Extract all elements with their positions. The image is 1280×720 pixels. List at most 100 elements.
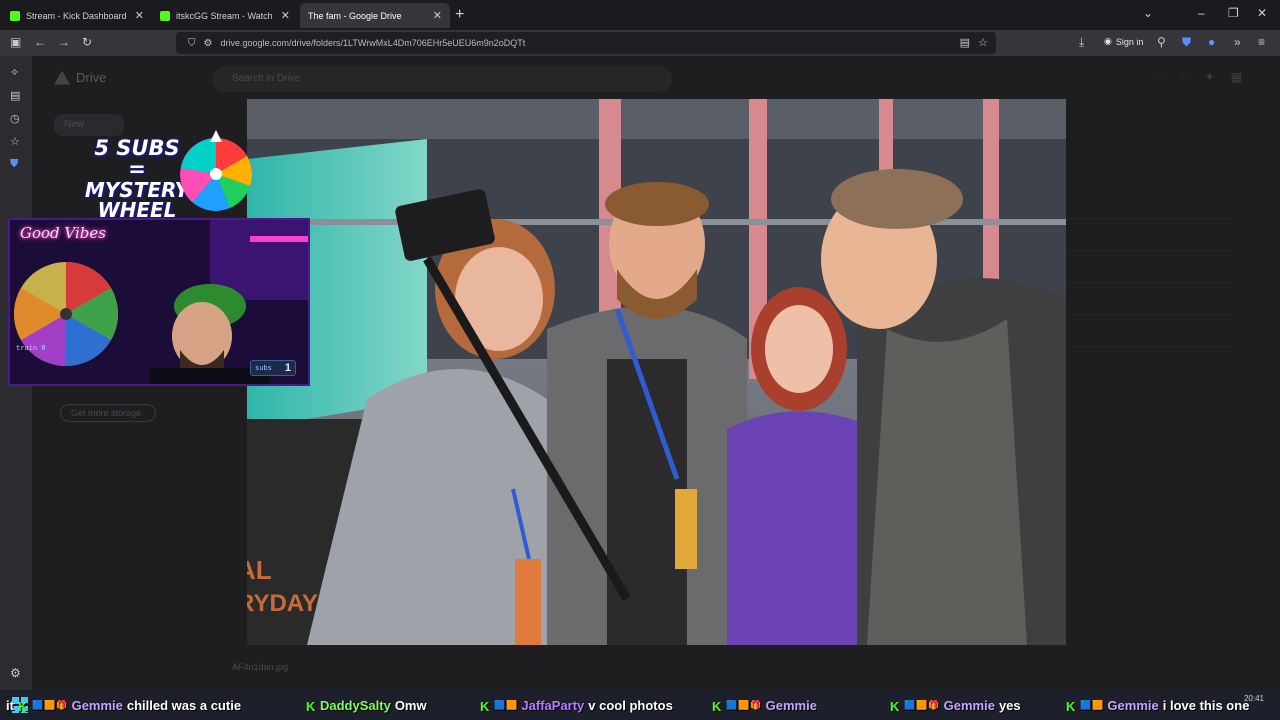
taskbar: it K 🟦🟧🎁 Gemmie chilled was a cutie K Da… bbox=[0, 690, 1280, 720]
file-name[interactable]: AF4n1dan.jpg bbox=[232, 662, 288, 672]
synced-tabs-icon[interactable]: ▤ bbox=[10, 89, 20, 102]
drive-app-name: Drive bbox=[76, 70, 107, 85]
chat-message: K 🟦🟧🎁 Gemmie bbox=[712, 695, 821, 715]
kick-icon bbox=[160, 10, 170, 21]
tab-title: Stream - Kick Dashboard bbox=[26, 10, 127, 21]
chat-message-text: yes bbox=[998, 697, 1021, 713]
back-icon[interactable]: ← bbox=[34, 35, 46, 49]
promo-line-1: 5 SUBS = bbox=[94, 136, 180, 181]
browser-tab-strip: Stream - Kick Dashboard ✕ itskcGG Stream… bbox=[0, 0, 1280, 30]
mystery-wheel-promo: 5 SUBS = MYSTERY WHEEL bbox=[78, 128, 254, 220]
account-icon: ◉ bbox=[1104, 36, 1112, 46]
webcam-overlay: Good Vibes train 0 subs 1 bbox=[8, 218, 310, 386]
chat-message-prefix: it bbox=[6, 697, 14, 713]
kick-icon: K bbox=[1066, 699, 1076, 714]
menu-icon[interactable]: ≡ bbox=[1258, 35, 1265, 49]
tote-bag-print: AL bbox=[247, 555, 272, 585]
browser-toolbar: ▣ ← → ↻ ⛉ ⚙ drive.google.com/drive/folde… bbox=[0, 30, 1280, 56]
sidebar-toggle-icon[interactable]: ▣ bbox=[10, 35, 21, 49]
kick-icon: K bbox=[712, 699, 722, 714]
chat-badges-icon: 🟦🟧 bbox=[1080, 699, 1105, 710]
chat-message-text: i love this one bbox=[1162, 697, 1250, 713]
settings-icon[interactable]: ⚙ bbox=[10, 666, 21, 680]
new-tab-button[interactable]: + bbox=[455, 6, 464, 24]
chat-username: JaffaParty bbox=[521, 697, 585, 713]
chat-username: Gemmie bbox=[1107, 697, 1159, 713]
bitwarden-icon[interactable]: ⛊ bbox=[1182, 35, 1191, 50]
close-icon[interactable]: ✕ bbox=[433, 9, 442, 22]
tab-kick-dashboard[interactable]: Stream - Kick Dashboard ✕ bbox=[2, 3, 152, 28]
extension-badge-icon[interactable]: ● bbox=[1208, 35, 1215, 49]
history-icon[interactable]: ◷ bbox=[10, 112, 20, 125]
tab-google-drive[interactable]: The fam - Google Drive ✕ bbox=[300, 3, 450, 28]
bitwarden-icon[interactable]: ⛊ bbox=[10, 158, 18, 171]
more-tools-icon[interactable]: » bbox=[1234, 35, 1241, 49]
chat-badges-icon: 🟦🟧🎁 bbox=[31, 699, 69, 710]
chat-message: K 🟦🟧🎁 Gemmie yes bbox=[890, 695, 1021, 715]
tab-title: itskcGG Stream - Watch Live on Kick bbox=[176, 10, 275, 21]
ai-chat-icon[interactable]: ✧ bbox=[10, 66, 19, 79]
trains-value: 0 bbox=[41, 344, 46, 352]
maximize-icon[interactable]: ❐ bbox=[1228, 6, 1239, 20]
close-icon[interactable]: ✕ bbox=[135, 9, 144, 22]
close-icon[interactable]: ✕ bbox=[281, 9, 290, 22]
subs-counter: subs 1 bbox=[250, 360, 296, 376]
chat-badges-icon: 🟦🟧🎁 bbox=[726, 699, 763, 710]
chat-username: Gemmie bbox=[765, 697, 817, 713]
download-icon[interactable]: ⤓ bbox=[1079, 35, 1084, 50]
forward-icon[interactable]: → bbox=[58, 35, 70, 49]
drive-search-input[interactable]: Search in Drive bbox=[212, 66, 672, 92]
kick-icon: K bbox=[890, 699, 900, 714]
trains-counter: train 0 bbox=[16, 344, 46, 352]
chat-message-text: Omw bbox=[394, 697, 427, 713]
drive-logo-icon bbox=[54, 70, 70, 85]
promo-text: 5 SUBS = MYSTERY WHEEL bbox=[82, 136, 192, 222]
chat-message: K DaddySalty Omw bbox=[306, 695, 427, 715]
url-text[interactable]: drive.google.com/drive/folders/1LTWrwMxL… bbox=[220, 38, 525, 48]
chat-message: it K 🟦🟧🎁 Gemmie chilled was a cutie bbox=[6, 695, 241, 715]
sign-in-label: Sign in bbox=[1115, 36, 1144, 47]
shield-icon[interactable]: ⛉ bbox=[188, 38, 196, 49]
address-bar[interactable]: ⛉ ⚙ drive.google.com/drive/folders/1LTWr… bbox=[176, 32, 996, 54]
promo-line-2: MYSTERY bbox=[84, 178, 190, 202]
kick-icon: K bbox=[17, 699, 28, 714]
bookmark-star-icon[interactable]: ☆ bbox=[978, 36, 988, 49]
extensions-icon[interactable]: ⚲ bbox=[1157, 35, 1166, 49]
subs-count: 1 bbox=[284, 362, 291, 374]
tote-bag-print: RYDAY bbox=[247, 590, 318, 617]
photo-preview[interactable]: AL RYDAY bbox=[247, 99, 1066, 645]
tab-title: The fam - Google Drive bbox=[308, 10, 402, 21]
chat-username: DaddySalty bbox=[320, 697, 391, 713]
chat-badges-icon: 🟦🟧🎁 bbox=[904, 699, 941, 710]
drive-logo[interactable]: Drive bbox=[54, 70, 106, 85]
taskbar-clock[interactable]: 20:41 bbox=[1244, 694, 1264, 703]
photo-image: AL RYDAY bbox=[247, 99, 1066, 645]
window-close-icon[interactable]: ✕ bbox=[1257, 6, 1267, 20]
screen: Stream - Kick Dashboard ✕ itskcGG Stream… bbox=[0, 0, 1280, 720]
tab-kick-stream[interactable]: itskcGG Stream - Watch Live on Kick ✕ bbox=[152, 3, 298, 28]
sign-in-button[interactable]: ◉ Sign in bbox=[1104, 36, 1143, 47]
chat-username: Gemmie bbox=[943, 697, 995, 713]
reload-icon[interactable]: ↻ bbox=[82, 35, 92, 49]
trains-label: train bbox=[16, 344, 38, 352]
subs-label: subs bbox=[255, 364, 272, 372]
bookmarks-icon[interactable]: ☆ bbox=[10, 135, 20, 148]
chat-message: K 🟦🟧 Gemmie i love this one bbox=[1066, 695, 1249, 715]
kick-icon: K bbox=[480, 699, 490, 714]
chat-username: Gemmie bbox=[71, 697, 123, 713]
drive-header-icons: ◌◌✦▦ bbox=[1158, 70, 1258, 84]
prize-wheel-icon bbox=[180, 130, 252, 211]
kick-icon bbox=[10, 10, 20, 21]
chat-message: K 🟦🟧 JaffaParty v cool photos bbox=[480, 695, 673, 715]
good-vibes-sign: Good Vibes bbox=[20, 224, 106, 242]
chat-badges-icon: 🟦🟧 bbox=[494, 699, 519, 710]
promo-line-3: WHEEL bbox=[97, 198, 177, 222]
site-info-icon[interactable]: ⚙ bbox=[204, 38, 213, 49]
reader-view-icon[interactable]: ▤ bbox=[960, 36, 970, 49]
chat-message-text: chilled was a cutie bbox=[126, 697, 242, 713]
chat-message-text: v cool photos bbox=[588, 697, 673, 713]
kick-icon: K bbox=[306, 699, 316, 714]
get-more-storage-button[interactable]: Get more storage bbox=[60, 404, 156, 422]
tab-list-icon[interactable]: ⌄ bbox=[1143, 6, 1153, 20]
minimize-icon[interactable]: – bbox=[1198, 6, 1205, 20]
